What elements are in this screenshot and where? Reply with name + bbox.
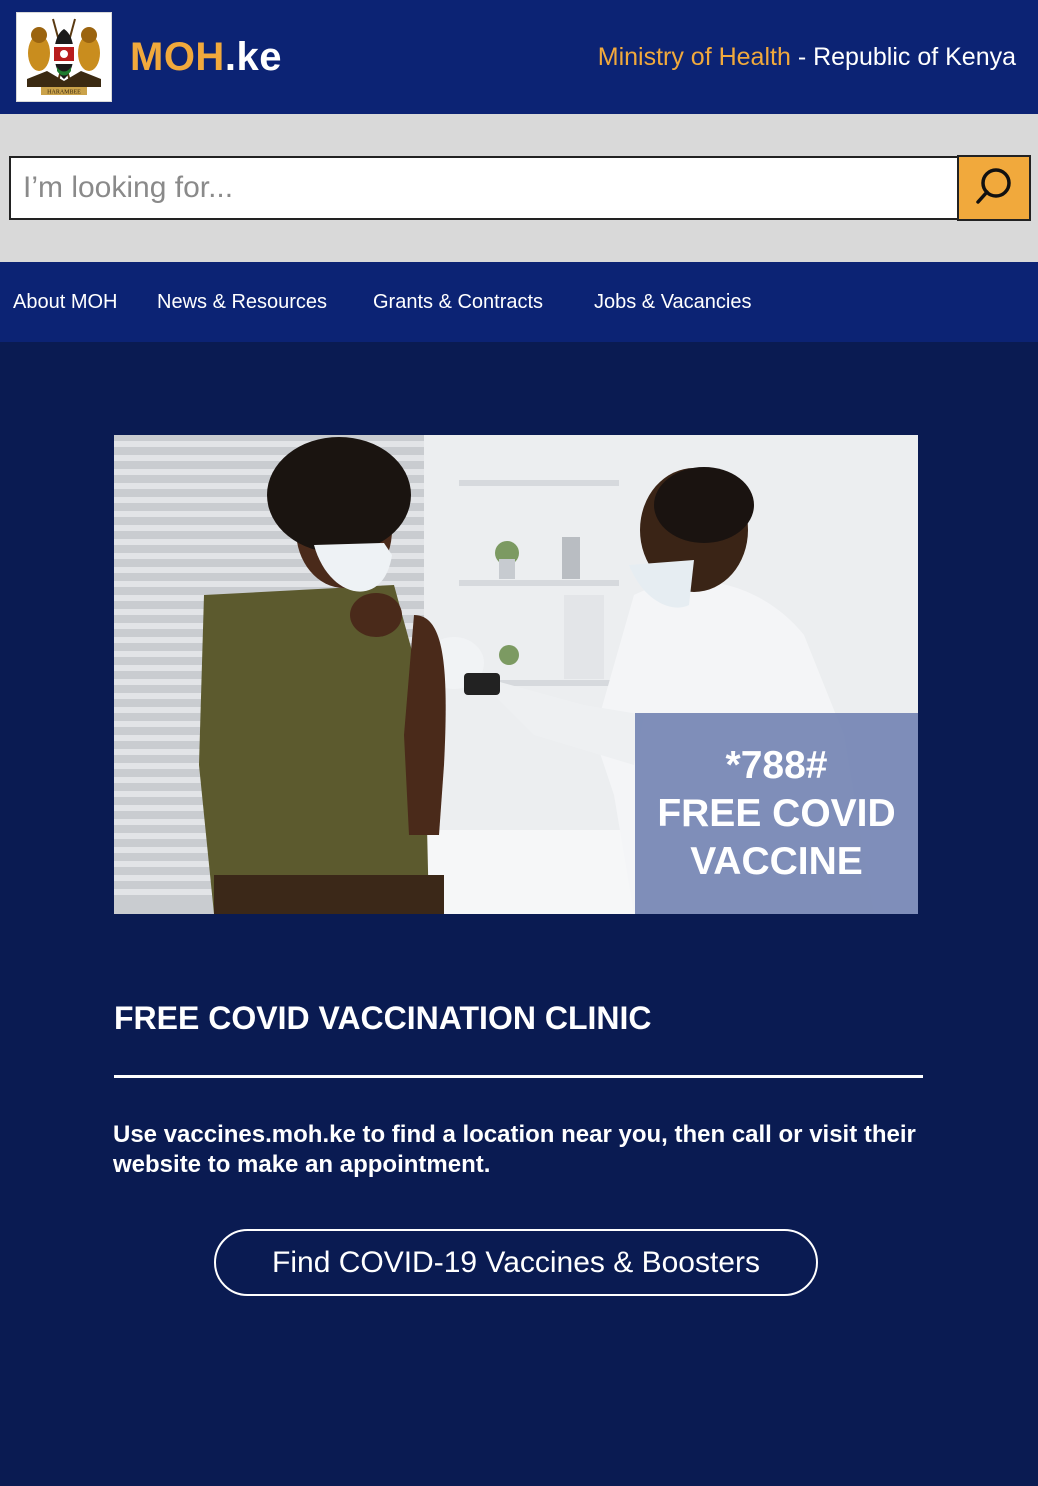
nav-item-grants[interactable]: Grants & Contracts: [373, 290, 543, 314]
ministry-label: Ministry of Health: [597, 43, 791, 71]
section-divider: [114, 1075, 923, 1078]
search-button[interactable]: [957, 155, 1031, 221]
promo-overlay: *788# FREE COVID VACCINE: [635, 713, 918, 914]
site-header: HARAMBEE MOH.ke Ministry of Health - Rep…: [0, 0, 1038, 114]
promo-line-3: VACCINE: [690, 839, 863, 883]
nav-item-jobs[interactable]: Jobs & Vacancies: [594, 290, 752, 314]
brand-primary: MOH: [130, 35, 225, 79]
hero-banner[interactable]: *788# FREE COVID VACCINE: [114, 435, 918, 914]
brand-suffix: .ke: [224, 35, 282, 79]
promo-ussd-code: *788#: [725, 743, 828, 787]
clinic-description: Use vaccines.moh.ke to find a location n…: [113, 1121, 916, 1178]
ministry-tagline: Ministry of Health - Republic of Kenya: [598, 42, 1016, 72]
logo-motto: HARAMBEE: [47, 90, 81, 96]
clinic-title: FREE COVID VACCINATION CLINIC: [114, 1000, 652, 1036]
nav-item-about[interactable]: About MOH: [13, 290, 117, 314]
promo-line-2: FREE COVID: [657, 791, 896, 835]
kenya-coat-of-arms-icon[interactable]: HARAMBEE: [16, 12, 112, 102]
main-nav: About MOH News & Resources Grants & Cont…: [0, 262, 1038, 342]
republic-label: Republic of Kenya: [813, 43, 1016, 71]
nav-item-news[interactable]: News & Resources: [157, 290, 327, 314]
search-band: [0, 114, 1038, 262]
tagline-separator: -: [790, 43, 814, 71]
search-icon: [973, 165, 1015, 212]
search-input[interactable]: [9, 156, 959, 220]
find-vaccines-button[interactable]: Find COVID-19 Vaccines & Boosters: [214, 1229, 818, 1296]
site-brand[interactable]: MOH.ke: [130, 34, 282, 80]
